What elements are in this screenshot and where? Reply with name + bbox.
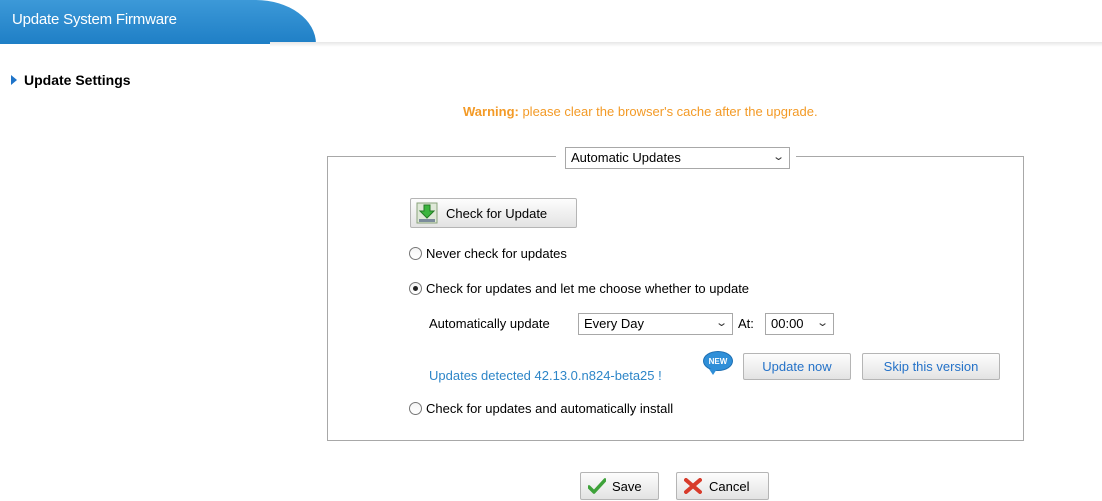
triangle-right-icon (11, 75, 17, 85)
update-mode-select[interactable]: Automatic Updates ⌄ (565, 147, 790, 169)
updates-detected-text: Updates detected 42.13.0.n824-beta25 ! (429, 368, 662, 383)
check-for-update-button[interactable]: Check for Update (410, 198, 577, 228)
check-for-update-label: Check for Update (446, 205, 548, 221)
at-label: At: (738, 316, 754, 331)
checkmark-icon (588, 478, 606, 494)
download-icon (416, 202, 438, 224)
update-now-button[interactable]: Update now (743, 353, 851, 380)
save-button[interactable]: Save (580, 472, 659, 500)
radio-never-input[interactable] (409, 247, 422, 260)
skip-version-button[interactable]: Skip this version (862, 353, 1000, 380)
chevron-down-icon: ⌄ (815, 317, 829, 329)
section-heading: Update Settings (11, 72, 131, 88)
radio-choose-input[interactable] (409, 282, 422, 295)
frequency-value: Every Day (584, 316, 644, 331)
header-divider (270, 42, 1102, 47)
save-label: Save (612, 478, 642, 494)
section-heading-label: Update Settings (24, 72, 131, 88)
chevron-down-icon: ⌄ (771, 151, 785, 163)
radio-auto-install-label: Check for updates and automatically inst… (426, 401, 674, 416)
radio-never-check[interactable]: Never check for updates (409, 246, 567, 261)
page-title: Update System Firmware (12, 11, 177, 28)
time-select[interactable]: 00:00 ⌄ (765, 313, 834, 335)
radio-auto-install-input[interactable] (409, 402, 422, 415)
skip-version-label: Skip this version (883, 359, 979, 374)
chevron-down-icon: ⌄ (714, 317, 728, 329)
header-tab: Update System Firmware (0, 0, 316, 44)
auto-update-label: Automatically update (429, 316, 550, 331)
frequency-select[interactable]: Every Day ⌄ (578, 313, 733, 335)
update-mode-value: Automatic Updates (571, 150, 681, 165)
new-badge-icon: NEW (703, 351, 733, 375)
cache-warning: Warning: please clear the browser's cach… (463, 104, 818, 119)
x-close-icon (684, 478, 702, 494)
cancel-button[interactable]: Cancel (676, 472, 769, 500)
new-badge-label: NEW (708, 356, 728, 366)
update-now-label: Update now (762, 359, 832, 374)
radio-choose-label: Check for updates and let me choose whet… (426, 281, 750, 296)
radio-never-label: Never check for updates (426, 246, 567, 261)
cancel-label: Cancel (709, 478, 750, 494)
radio-auto-install[interactable]: Check for updates and automatically inst… (409, 401, 673, 416)
warning-text: please clear the browser's cache after t… (518, 104, 818, 119)
time-value: 00:00 (771, 316, 804, 331)
warning-label: Warning: (463, 104, 519, 119)
radio-check-and-choose[interactable]: Check for updates and let me choose whet… (409, 281, 749, 296)
